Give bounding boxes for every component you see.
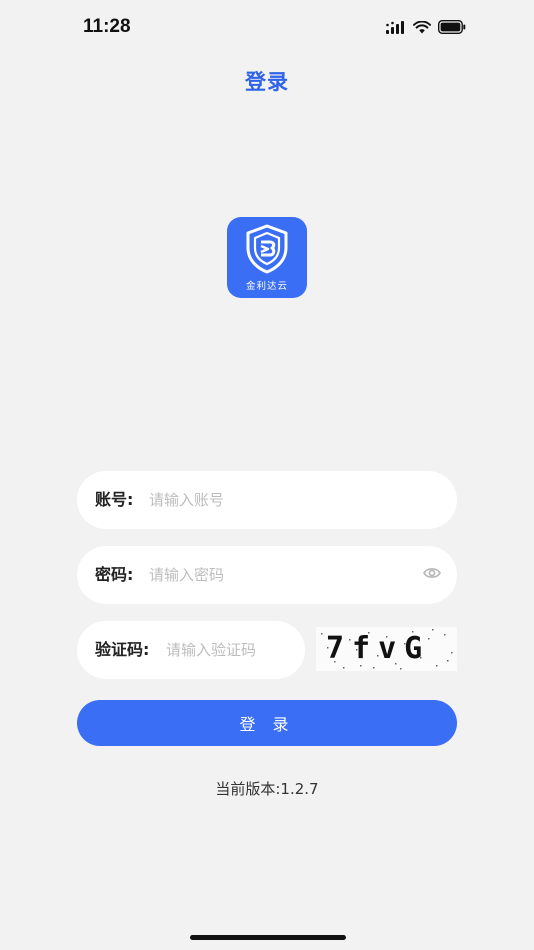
password-input[interactable] [149,560,399,590]
captcha-field[interactable]: 验证码: [77,621,305,679]
signal-icon [386,20,404,34]
wifi-icon [413,20,431,33]
shield-logo-icon [246,224,288,274]
status-time: 11:28 [83,16,131,37]
login-button[interactable]: 登 录 [77,700,457,746]
account-input[interactable] [149,485,439,515]
account-label: 账号: [95,490,134,509]
password-field[interactable]: 密码: [77,546,457,604]
version-text: 当前版本:1.2.7 [215,780,319,798]
page-title: 登录 [245,70,289,94]
status-icons [386,20,466,34]
captcha-input[interactable] [166,635,291,665]
status-bar: 11:28 [0,0,534,56]
home-indicator [190,935,346,940]
eye-icon[interactable] [423,566,441,580]
app-logo: 金利达云 [227,217,307,298]
captcha-label: 验证码: [95,640,150,659]
battery-icon [438,20,466,34]
account-field[interactable]: 账号: [77,471,457,529]
password-label: 密码: [95,565,134,584]
captcha-text: 7fvG [326,631,431,666]
captcha-image[interactable]: 7fvG [316,627,457,671]
logo-text: 金利达云 [245,281,288,292]
